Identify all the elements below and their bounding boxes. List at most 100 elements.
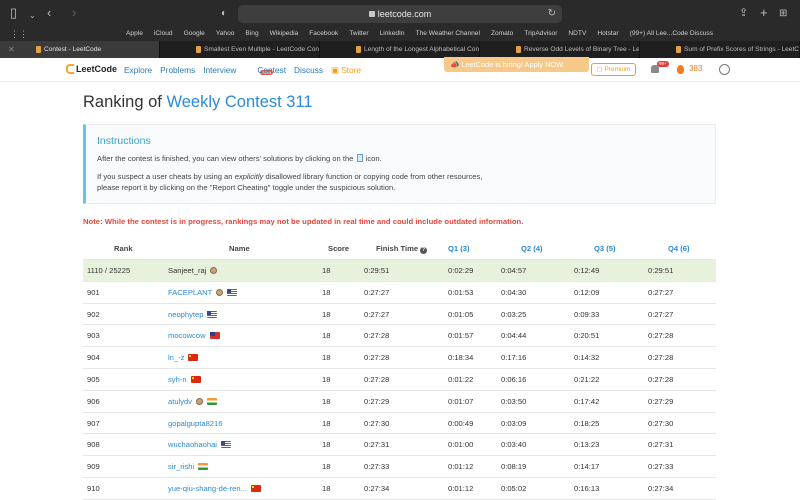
ranking-table: Rank Name Score Finish Time? Q1 (3) Q2 (… xyxy=(83,238,716,500)
username-link[interactable]: wuchaohaohai xyxy=(168,440,217,449)
inst-line1-b: icon. xyxy=(365,154,382,163)
username-link[interactable]: neophytep xyxy=(168,310,203,319)
flag-tw-icon xyxy=(209,332,220,340)
flag-us-icon xyxy=(227,288,238,296)
url-text: leetcode.com xyxy=(377,9,432,19)
tab-strip: ✕ Contest - LeetCode Smallest Even Multipl… xyxy=(0,41,800,58)
contest-link[interactable]: Weekly Contest 311 xyxy=(166,93,312,111)
favorites-grid-icon[interactable]: ⋮⋮ xyxy=(10,30,28,39)
instructions-panel: Instructions After the contest is finish… xyxy=(83,124,716,204)
browser-tab[interactable]: Sum of Prefix Scores of Strings - LeetCo… xyxy=(640,41,800,58)
username-link[interactable]: mocowcow xyxy=(168,331,206,340)
tab-close-icon[interactable]: ✕ xyxy=(8,41,15,58)
cell-q4: 0:27:27 xyxy=(648,309,674,319)
tab-overview-icon[interactable]: ⊞ xyxy=(779,7,787,21)
bookmarks-bar: ⋮⋮ Apple iCloud Google Yahoo Bing Wikipedia Fa… xyxy=(0,27,800,41)
cell-q3: 0:12:49 xyxy=(574,266,600,275)
bookmark-item[interactable]: LinkedIn xyxy=(380,27,405,41)
cell-q4: 0:27:33 xyxy=(648,462,674,472)
streak-count[interactable]: 383 xyxy=(689,64,702,73)
cell-q1: 0:01:22 xyxy=(448,374,474,384)
info-icon[interactable]: ? xyxy=(420,247,428,254)
cell-q2: 0:04:57 xyxy=(501,266,527,275)
bookmark-item[interactable]: Bing xyxy=(245,27,258,41)
cell-name: yue-qiu-shang-de-ren... xyxy=(168,478,261,500)
header-q3[interactable]: Q3 (5) xyxy=(594,238,616,260)
table-row: 902 neophytep 18 0:27:27 0:01:05 0:03:25 0:09:… xyxy=(83,304,716,326)
address-bar[interactable]: leetcode.com ↻ xyxy=(238,5,562,23)
nav-discuss[interactable]: Discuss xyxy=(294,58,323,82)
user-avatar[interactable] xyxy=(719,64,730,75)
cell-q3: 0:14:32 xyxy=(574,353,600,363)
nav-store[interactable]: ▣ Store xyxy=(331,58,361,82)
browser-tab[interactable]: Smallest Even Multiple - LeetCode Contes… xyxy=(160,41,320,58)
cell-q3: 0:16:13 xyxy=(574,483,600,493)
nav-interview[interactable]: Interview New xyxy=(203,58,274,82)
username-link[interactable]: sir_rishi xyxy=(168,462,194,471)
leetcode-logo[interactable]: LeetCode xyxy=(66,64,117,74)
header-finish-time: Finish Time? xyxy=(376,238,428,260)
hiring-banner[interactable]: 📣 LeetCode is hiring! Apply NOW. xyxy=(444,57,589,72)
username-link[interactable]: yue-qiu-shang-de-ren... xyxy=(168,484,247,493)
header-q4[interactable]: Q4 (6) xyxy=(668,238,690,260)
new-tab-icon[interactable]: + xyxy=(760,6,768,20)
bookmark-item[interactable]: Google xyxy=(184,27,205,41)
header-q1[interactable]: Q1 (3) xyxy=(448,238,470,260)
bookmark-item[interactable]: NDTV xyxy=(568,27,586,41)
bookmark-item[interactable]: Zomato xyxy=(491,27,513,41)
nav-contest[interactable]: Contest xyxy=(257,58,286,82)
bookmark-item[interactable]: TripAdvisor xyxy=(524,27,557,41)
bookmark-item[interactable]: The Weather Channel xyxy=(416,27,480,41)
cell-q1: 0:02:29 xyxy=(448,266,474,275)
bookmark-item[interactable]: Facebook xyxy=(309,27,338,41)
share-icon[interactable]: ⇪ xyxy=(739,6,748,20)
cell-q1: 0:01:00 xyxy=(448,440,474,450)
cell-score: 18 xyxy=(322,462,331,472)
cell-q2: 0:17:16 xyxy=(501,353,527,363)
username-link[interactable]: atulydv xyxy=(168,397,192,406)
cell-q4: 0:27:28 xyxy=(648,374,674,384)
flag-cn-icon xyxy=(190,375,201,383)
username-link[interactable]: FACEPLANT xyxy=(168,288,212,297)
nav-store-label: Store xyxy=(341,65,362,75)
flag-in-icon xyxy=(198,463,209,471)
cell-q1: 0:18:34 xyxy=(448,353,474,363)
inst-line2-a: If you suspect a user cheats by using an xyxy=(97,172,233,181)
premium-button[interactable]: ▢ Premium xyxy=(591,63,636,76)
sidebar-chevron-icon[interactable]: ⌄ xyxy=(29,9,36,23)
bookmark-item[interactable]: iCloud xyxy=(154,27,173,41)
reload-icon[interactable]: ↻ xyxy=(548,5,556,23)
bookmark-item[interactable]: Wikipedia xyxy=(270,27,299,41)
browser-tab[interactable]: Reverse Odd Levels of Binary Tree - Leet… xyxy=(480,41,640,58)
bookmark-item[interactable]: Apple xyxy=(126,27,143,41)
browser-tab[interactable]: ✕ Contest - LeetCode xyxy=(0,41,160,58)
cell-score: 18 xyxy=(322,309,331,319)
cell-score: 18 xyxy=(322,266,331,275)
leetcode-logo-icon xyxy=(66,64,74,74)
username-link[interactable]: syh-n xyxy=(168,375,187,384)
username-link[interactable]: Sanjeet_raj xyxy=(168,266,206,275)
flag-in-icon xyxy=(207,397,218,405)
bookmark-item[interactable]: Twitter xyxy=(349,27,368,41)
bookmark-item[interactable]: Hotstar xyxy=(597,27,618,41)
browser-tab[interactable]: Length of the Longest Alphabetical Conti… xyxy=(320,41,480,58)
header-q2[interactable]: Q2 (4) xyxy=(521,238,543,260)
cell-q4: 0:27:30 xyxy=(648,418,674,428)
table-row: 906 atulydv 18 0:27:29 0:01:07 0:03:50 0:17:42… xyxy=(83,391,716,413)
username-link[interactable]: ln_-z xyxy=(168,353,184,362)
bookmark-item[interactable]: (99+) All Lee...Code Discuss xyxy=(630,27,713,41)
nav-problems[interactable]: Problems xyxy=(160,58,195,82)
forward-icon[interactable]: › xyxy=(72,6,76,20)
sidebar-toggle-icon[interactable]: ▯ xyxy=(10,6,17,20)
cell-score: 18 xyxy=(322,353,331,363)
back-icon[interactable]: ‹ xyxy=(47,6,51,20)
privacy-shield-icon[interactable]: ◐ xyxy=(221,7,227,21)
solution-doc-icon xyxy=(356,154,363,162)
cell-q2: 0:08:19 xyxy=(501,462,527,472)
username-link[interactable]: gopalgupta8216 xyxy=(168,419,222,428)
bookmark-item[interactable]: Yahoo xyxy=(216,27,235,41)
table-row: 909 sir_rishi 18 0:27:33 0:01:12 0:08:19 0:14:… xyxy=(83,456,716,478)
cell-q3: 0:17:42 xyxy=(574,396,600,406)
nav-explore[interactable]: Explore xyxy=(124,58,152,82)
cell-q4: 0:27:28 xyxy=(648,353,674,363)
